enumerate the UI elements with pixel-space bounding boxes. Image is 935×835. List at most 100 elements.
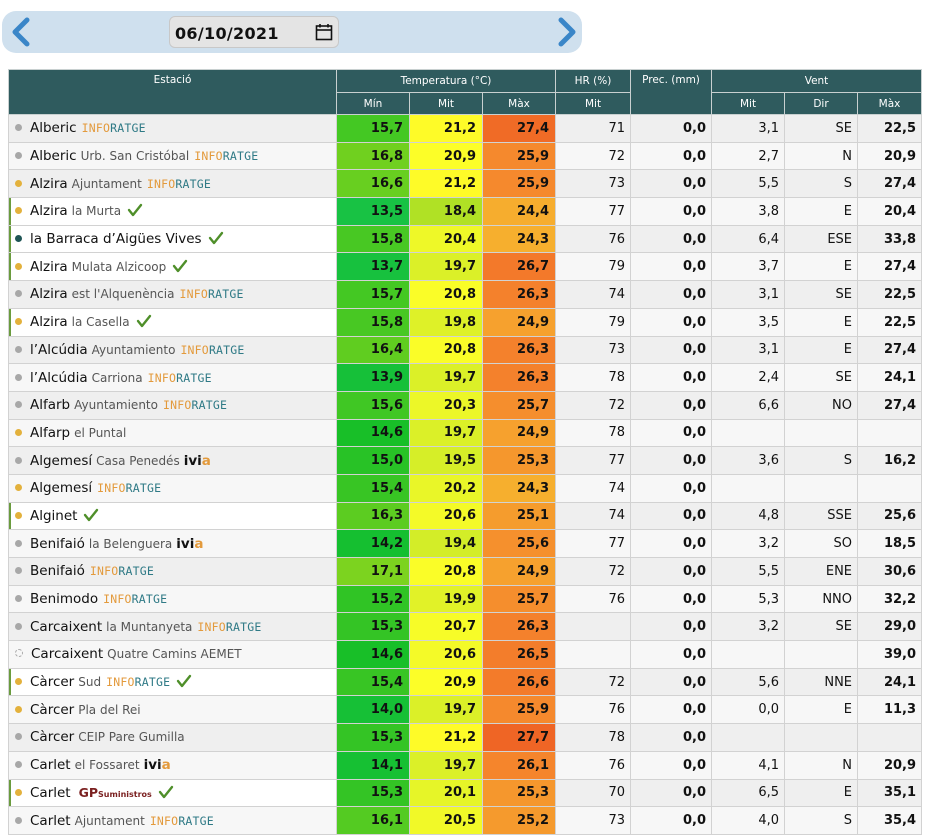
station-name[interactable]: Càrcer xyxy=(30,702,74,718)
wind-header[interactable]: Vent xyxy=(711,69,923,93)
wind-max-cell: 35,4 xyxy=(857,806,923,835)
station-name[interactable]: Alberic xyxy=(30,148,77,164)
wind-avg-header[interactable]: Mit xyxy=(711,92,786,115)
precipitation-cell: 0,0 xyxy=(630,363,713,392)
station-name[interactable]: Benifaió xyxy=(30,536,85,552)
table-row[interactable]: Alginet 16,3 20,6 25,1 74 0,0 4,8 SSE 25,6 xyxy=(8,501,923,531)
station-cell[interactable]: Càrcer Sud INFORATGE xyxy=(8,667,337,697)
station-cell[interactable]: Alzira est l'Alquenència INFORATGE xyxy=(8,280,337,309)
station-name[interactable]: Carlet xyxy=(30,813,71,829)
table-row[interactable]: Alzira la Casella 15,8 19,8 24,9 79 0,0 3,5 E 22,… xyxy=(8,307,923,337)
station-cell[interactable]: Benimodo INFORATGE xyxy=(8,584,337,614)
table-row[interactable]: Càrcer CEIP Pare Gumilla 15,3 21,2 27,7 78 0,0 xyxy=(8,723,923,752)
station-cell[interactable]: la Barraca d’Aigües Vives xyxy=(8,224,337,254)
station-name[interactable]: Alfarb xyxy=(30,397,70,413)
station-cell[interactable]: l’Alcúdia Ayuntamiento INFORATGE xyxy=(8,335,337,365)
station-name[interactable]: Càrcer xyxy=(30,674,74,690)
inforatge-logo-part: RATGE xyxy=(110,121,146,136)
station-cell[interactable]: Carlet GPSuministros xyxy=(8,778,337,808)
station-cell[interactable]: Alzira la Murta xyxy=(8,197,337,226)
date-value[interactable]: 06/10/2021 xyxy=(175,24,279,43)
temp-min-header[interactable]: Mín xyxy=(336,92,410,115)
calendar-icon[interactable] xyxy=(315,23,333,41)
table-row[interactable]: Benimodo INFORATGE 15,2 19,9 25,7 76 0,0 5,3 NNO… xyxy=(8,584,923,614)
wind-dir-header[interactable]: Dir xyxy=(784,92,859,115)
table-row[interactable]: Carlet Ajuntament INFORATGE 16,1 20,5 25,2 73 0… xyxy=(8,806,923,835)
station-cell[interactable]: Benifaió la Belenguera ivia xyxy=(8,529,337,558)
station-name[interactable]: Carlet xyxy=(30,785,71,801)
table-row[interactable]: Alfarp el Puntal 14,6 19,7 24,9 78 0,0 xyxy=(8,418,923,448)
station-cell[interactable]: Algemesí Casa Penedés ivia xyxy=(8,446,337,475)
station-name[interactable]: Alginet xyxy=(30,508,77,524)
temp-avg-cell: 19,7 xyxy=(409,750,483,780)
station-name[interactable]: Benifaió xyxy=(30,563,85,579)
table-row[interactable]: Algemesí INFORATGE 15,4 20,2 24,3 74 0,0 xyxy=(8,473,923,503)
station-name[interactable]: Alzira xyxy=(30,314,68,330)
table-row[interactable]: Alberic INFORATGE 15,7 21,2 27,4 71 0,0 3,1 SE 22… xyxy=(8,114,923,143)
station-cell[interactable]: Carlet Ajuntament INFORATGE xyxy=(8,806,337,835)
station-cell[interactable]: Alfarp el Puntal xyxy=(8,418,337,448)
station-name[interactable]: la Barraca d’Aigües Vives xyxy=(30,231,202,247)
station-cell[interactable]: Càrcer Pla del Rei xyxy=(8,695,337,725)
table-row[interactable]: Algemesí Casa Penedés ivia 15,0 19,5 25,3 77 0,… xyxy=(8,446,923,475)
station-cell[interactable]: Alberic INFORATGE xyxy=(8,114,337,143)
table-row[interactable]: la Barraca d’Aigües Vives 15,8 20,4 24,3 76 0… xyxy=(8,224,923,254)
table-row[interactable]: Carlet el Fossaret ivia 14,1 19,7 26,1 76 0,0 4,… xyxy=(8,750,923,780)
station-cell[interactable]: Benifaió INFORATGE xyxy=(8,557,337,586)
table-row[interactable]: Càrcer Pla del Rei 14,0 19,7 25,9 76 0,0 0,0 E 11… xyxy=(8,695,923,725)
station-cell[interactable]: l’Alcúdia Carriona INFORATGE xyxy=(8,363,337,392)
humidity-avg-header[interactable]: Mit xyxy=(555,92,632,115)
station-name[interactable]: Algemesí xyxy=(30,480,92,496)
table-row[interactable]: Carcaixent la Muntanyeta INFORATGE 15,3 20,7… xyxy=(8,612,923,642)
station-name[interactable]: Carcaixent xyxy=(30,619,102,635)
table-row[interactable]: Alzira Ajuntament INFORATGE 16,6 21,2 25,9 73 0… xyxy=(8,169,923,199)
station-name[interactable]: Alzira xyxy=(30,259,68,275)
table-row[interactable]: Carcaixent Quatre Camins AEMET 14,6 20,6 26,… xyxy=(8,640,923,669)
station-name[interactable]: Alzira xyxy=(30,286,68,302)
station-cell[interactable]: Carlet el Fossaret ivia xyxy=(8,750,337,780)
previous-day-arrow-icon[interactable] xyxy=(6,15,36,49)
station-cell[interactable]: Carcaixent Quatre Camins AEMET xyxy=(8,640,337,669)
station-name[interactable]: Alberic xyxy=(30,120,77,136)
humidity-header[interactable]: HR (%) xyxy=(555,69,632,93)
temperature-header[interactable]: Temperatura (°C) xyxy=(335,69,557,93)
station-name[interactable]: Alzira xyxy=(30,176,68,192)
table-row[interactable]: Alzira Mulata Alzicoop 13,7 19,7 26,7 79 0,0 3,… xyxy=(8,252,923,282)
next-day-arrow-icon[interactable] xyxy=(552,15,582,49)
wind-max-cell: 25,6 xyxy=(857,501,923,531)
station-cell[interactable]: Algemesí INFORATGE xyxy=(8,473,337,503)
station-cell[interactable]: Alzira Ajuntament INFORATGE xyxy=(8,169,337,199)
station-header[interactable]: Estació xyxy=(8,69,337,115)
station-cell[interactable]: Carcaixent la Muntanyeta INFORATGE xyxy=(8,612,337,642)
station-name[interactable]: Benimodo xyxy=(30,591,98,607)
precipitation-header[interactable]: Prec. (mm) xyxy=(630,69,713,115)
temp-avg-header[interactable]: Mit xyxy=(409,92,483,115)
temp-max-header[interactable]: Màx xyxy=(481,92,557,115)
table-row[interactable]: l’Alcúdia Carriona INFORATGE 13,9 19,7 26,3 78… xyxy=(8,363,923,392)
station-cell[interactable]: Alzira la Casella xyxy=(8,307,337,337)
table-row[interactable]: Benifaió la Belenguera ivia 14,2 19,4 25,6 77 0… xyxy=(8,529,923,558)
station-cell[interactable]: Alfarb Ayuntamiento INFORATGE xyxy=(8,390,337,420)
station-name[interactable]: l’Alcúdia xyxy=(30,370,88,386)
station-name[interactable]: Alfarp xyxy=(30,425,70,441)
table-row[interactable]: Alfarb Ayuntamiento INFORATGE 15,6 20,3 25,7 7… xyxy=(8,390,923,420)
station-name[interactable]: l’Alcúdia xyxy=(30,342,88,358)
table-row[interactable]: Alzira la Murta 13,5 18,4 24,4 77 0,0 3,8 E 20,4 xyxy=(8,197,923,226)
station-cell[interactable]: Alginet xyxy=(8,501,337,531)
table-row[interactable]: Càrcer Sud INFORATGE 15,4 20,9 26,6 72 0,0 5,6 NN… xyxy=(8,667,923,697)
station-cell[interactable]: Alberic Urb. San Cristóbal INFORATGE xyxy=(8,141,337,171)
station-name[interactable]: Càrcer xyxy=(30,729,74,745)
table-row[interactable]: Alzira est l'Alquenència INFORATGE 15,7 20,8… xyxy=(8,280,923,309)
table-row[interactable]: Alberic Urb. San Cristóbal INFORATGE 16,8 20… xyxy=(8,141,923,171)
station-cell[interactable]: Alzira Mulata Alzicoop xyxy=(8,252,337,282)
wind-max-header[interactable]: Màx xyxy=(857,92,923,115)
table-row[interactable]: l’Alcúdia Ayuntamiento INFORATGE 16,4 20,8 26… xyxy=(8,335,923,365)
station-cell[interactable]: Càrcer CEIP Pare Gumilla xyxy=(8,723,337,752)
station-name[interactable]: Alzira xyxy=(30,203,68,219)
station-name[interactable]: Algemesí xyxy=(30,453,92,469)
table-row[interactable]: Carlet GPSuministros 15,3 20,1 25,3 70 0,0 6,5 E… xyxy=(8,778,923,808)
station-name[interactable]: Carcaixent xyxy=(31,646,103,662)
table-row[interactable]: Benifaió INFORATGE 17,1 20,8 24,9 72 0,0 5,5 ENE… xyxy=(8,557,923,586)
station-name[interactable]: Carlet xyxy=(30,757,71,773)
date-input[interactable]: 06/10/2021 xyxy=(169,16,339,48)
